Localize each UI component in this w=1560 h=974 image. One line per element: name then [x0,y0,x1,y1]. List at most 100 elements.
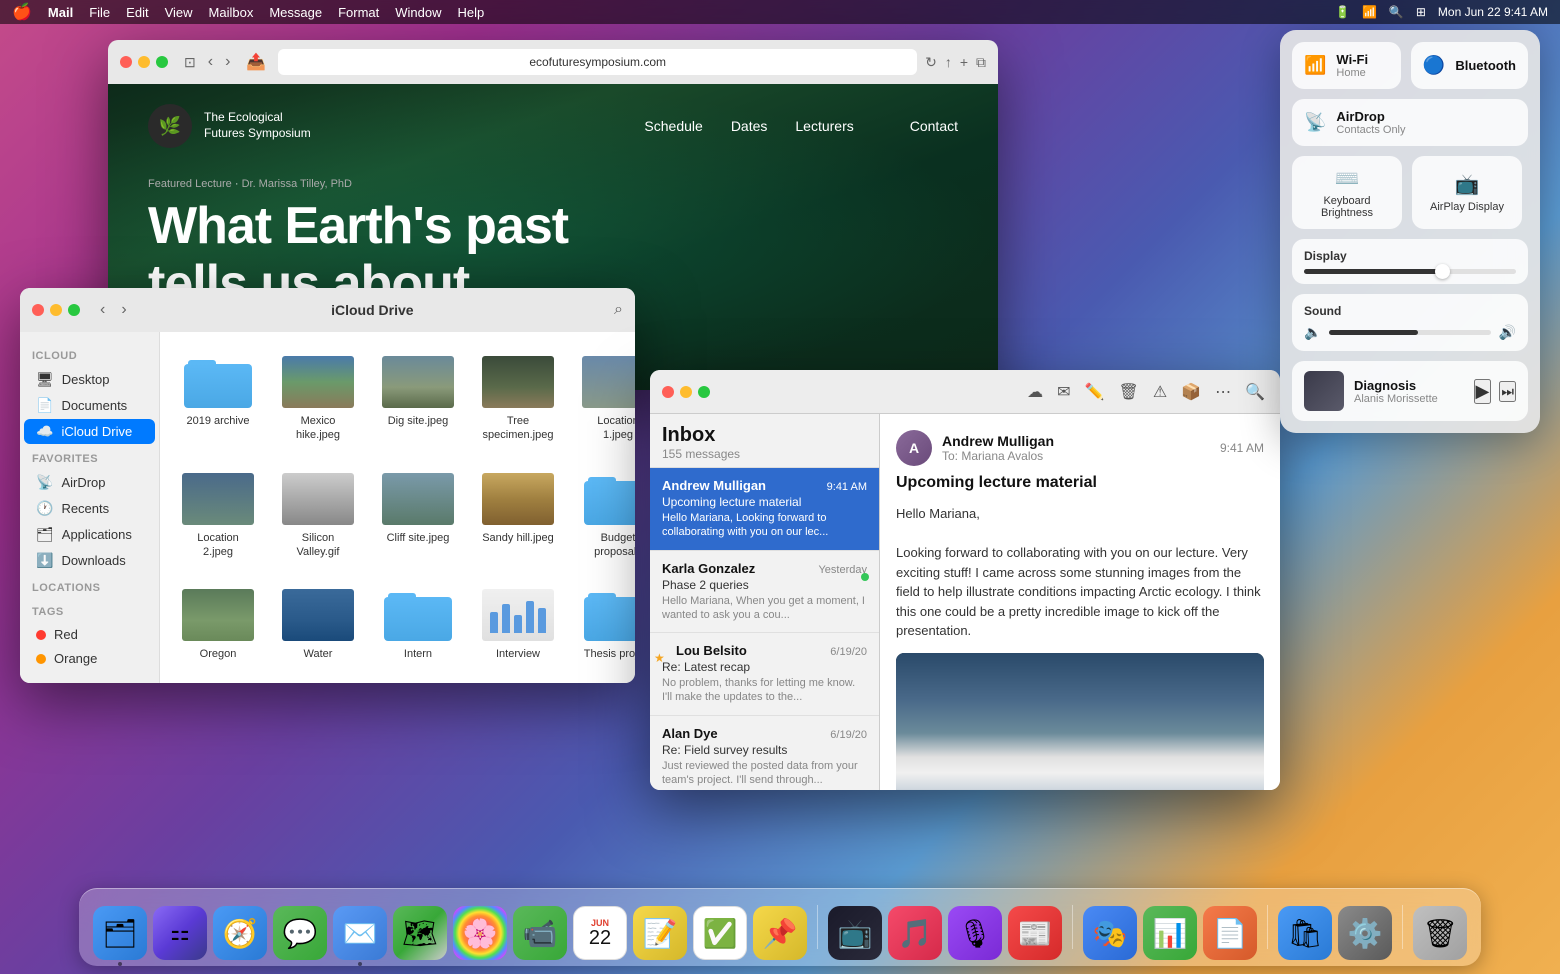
dock-item-stickies[interactable]: 📌 [753,906,807,960]
dock-item-podcasts[interactable]: 🎙 [948,906,1002,960]
dock-item-messages[interactable]: 💬 [273,906,327,960]
share-button[interactable]: 📤 [242,50,270,74]
search-icon[interactable]: 🔍 [1389,5,1404,19]
finder-maximize-button[interactable] [68,304,80,316]
next-button[interactable]: ⏭ [1499,381,1516,402]
dock-item-photos[interactable]: 🌸 [453,906,507,960]
sidebar-item-icloud-drive[interactable]: ☁️ iCloud Drive [24,419,155,444]
finder-close-button[interactable] [32,304,44,316]
wifi-icon[interactable]: 📶 [1362,5,1377,19]
volume-high-icon[interactable]: 🔊 [1499,324,1516,341]
sidebar-item-desktop[interactable]: 🖥 Desktop [24,367,155,392]
minimize-button[interactable] [138,56,150,68]
nav-schedule[interactable]: Schedule [644,118,702,134]
forward-button[interactable]: › [221,51,234,73]
menu-file[interactable]: File [89,5,110,20]
mail-new-message-button[interactable]: ✉ [1054,379,1073,405]
file-item-budget[interactable]: Budget proposals [576,465,635,566]
dock-item-keynote[interactable]: 🎭 [1083,906,1137,960]
mail-message-karla[interactable]: Karla Gonzalez Yesterday Phase 2 queries… [650,551,879,634]
file-item-thesis[interactable]: Thesis project [576,581,635,667]
dock-item-launchpad[interactable]: ⚏ [153,906,207,960]
file-item-oregon[interactable]: Oregon [176,581,260,667]
file-item-mexico[interactable]: Mexico hike.jpeg [276,348,360,449]
dock-item-news[interactable]: 📰 [1008,906,1062,960]
file-item-digsite[interactable]: Dig site.jpeg [376,348,460,449]
file-item-sandy[interactable]: Sandy hill.jpeg [476,465,560,566]
control-center-icon[interactable]: ⊞ [1416,5,1426,19]
apple-menu[interactable]: 🍎 [12,2,32,22]
dock-item-music[interactable]: 🎵 [888,906,942,960]
tabs-overview-button[interactable]: ⧉ [976,54,986,71]
cc-bluetooth-tile[interactable]: 🔵 Bluetooth [1411,42,1528,89]
file-item-interview[interactable]: Interview [476,581,560,667]
dock-item-pages[interactable]: 📄 [1203,906,1257,960]
file-item-2019archive[interactable]: 2019 archive [176,348,260,449]
nav-dates[interactable]: Dates [731,118,768,134]
mail-archive-button[interactable]: 📦 [1178,379,1204,405]
dock-item-maps[interactable]: 🗺 [393,906,447,960]
finder-forward-button[interactable]: › [117,299,130,321]
file-item-tree[interactable]: Tree specimen.jpeg [476,348,560,449]
cc-wifi-tile[interactable]: 📶 Wi-Fi Home [1292,42,1401,89]
file-item-water[interactable]: Water [276,581,360,667]
mail-message-lou[interactable]: ★ Lou Belsito 6/19/20 Re: Latest recap N… [650,633,879,716]
app-name[interactable]: Mail [48,5,73,20]
sidebar-item-applications[interactable]: 🗂 Applications [24,522,155,547]
mail-junk-button[interactable]: ⚠ [1150,379,1170,405]
file-item-location1[interactable]: Location 1.jpeg [576,348,635,449]
dock-item-facetime[interactable]: 📹 [513,906,567,960]
dock-item-finder[interactable]: 🗂 [93,906,147,960]
sidebar-item-recents[interactable]: 🕐 Recents [24,496,155,521]
dock-item-tv[interactable]: 📺 [828,906,882,960]
finder-minimize-button[interactable] [50,304,62,316]
dock-item-calendar[interactable]: JUN 22 [573,906,627,960]
mail-maximize-button[interactable] [698,386,710,398]
address-bar[interactable] [278,49,917,75]
sound-slider[interactable] [1329,330,1490,335]
sidebar-item-red-tag[interactable]: Red [24,623,155,646]
sidebar-item-airdrop[interactable]: 📡 AirDrop [24,470,155,495]
dock-item-system-preferences[interactable]: ⚙️ [1338,906,1392,960]
sidebar-toggle-button[interactable]: ⊡ [184,54,196,71]
nav-lecturers[interactable]: Lecturers [795,118,853,134]
menu-help[interactable]: Help [458,5,485,20]
cc-airplay-tile[interactable]: 📺 AirPlay Display [1412,156,1522,229]
mail-delete-button[interactable]: 🗑 [1116,379,1142,405]
mail-compose-icon[interactable]: ☁ [1024,379,1046,405]
dock-item-mail[interactable]: ✉️ [333,906,387,960]
menu-edit[interactable]: Edit [126,5,148,20]
file-item-silicon[interactable]: Silicon Valley.gif [276,465,360,566]
mail-message-alan[interactable]: Alan Dye 6/19/20 Re: Field survey result… [650,716,879,790]
menu-view[interactable]: View [165,5,193,20]
maximize-button[interactable] [156,56,168,68]
file-item-cliff[interactable]: Cliff site.jpeg [376,465,460,566]
display-slider[interactable] [1304,269,1516,274]
dock-item-trash[interactable]: 🗑 [1413,906,1467,960]
dock-item-reminders[interactable]: ✅ [693,906,747,960]
new-tab-button[interactable]: + [960,54,968,71]
dock-item-safari[interactable]: 🧭 [213,906,267,960]
mail-minimize-button[interactable] [680,386,692,398]
menu-window[interactable]: Window [395,5,441,20]
dock-item-numbers[interactable]: 📊 [1143,906,1197,960]
menu-message[interactable]: Message [269,5,322,20]
file-item-location2[interactable]: Location 2.jpeg [176,465,260,566]
mail-message-andrew[interactable]: Andrew Mulligan 9:41 AM Upcoming lecture… [650,468,879,551]
play-button[interactable]: ▶ [1474,379,1492,404]
battery-icon[interactable]: 🔋 [1335,5,1350,19]
cc-airdrop-tile[interactable]: 📡 AirDrop Contacts Only [1292,99,1528,146]
menu-mailbox[interactable]: Mailbox [209,5,254,20]
dock-item-appstore[interactable]: 🛍 [1278,906,1332,960]
close-button[interactable] [120,56,132,68]
dock-item-notes[interactable]: 📝 [633,906,687,960]
finder-search-button[interactable]: ⌕ [614,301,623,319]
share-action-button[interactable]: ↑ [945,54,952,71]
nav-contact[interactable]: Contact [910,118,958,134]
sidebar-item-downloads[interactable]: ⬇️ Downloads [24,548,155,573]
reload-button[interactable]: ↻ [925,54,937,71]
file-item-intern[interactable]: Intern [376,581,460,667]
mail-close-button[interactable] [662,386,674,398]
mail-search-button[interactable]: 🔍 [1242,379,1268,405]
menu-format[interactable]: Format [338,5,379,20]
